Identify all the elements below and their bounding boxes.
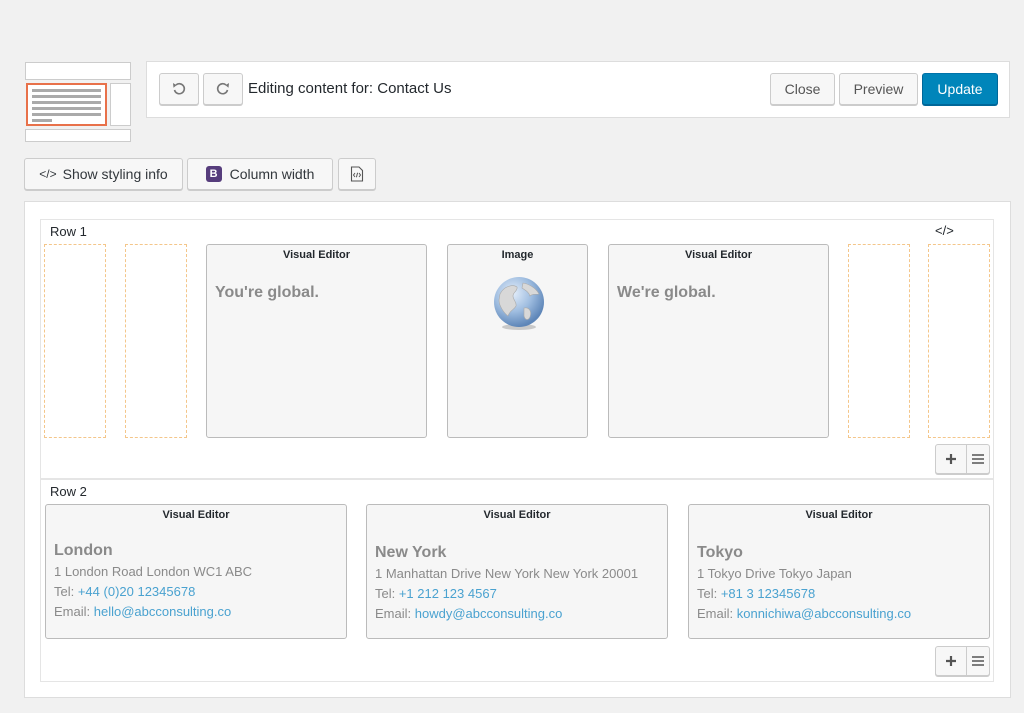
- office-tel: Tel: +44 (0)20 12345678: [54, 584, 196, 599]
- widget-title: Visual Editor: [282, 249, 351, 261]
- widget-title: Visual Editor: [805, 509, 873, 521]
- image-widget[interactable]: Image: [447, 244, 588, 438]
- menu-icon: [972, 656, 985, 666]
- close-button[interactable]: Close: [770, 73, 835, 105]
- visual-editor-widget[interactable]: Visual Editor We're global.: [608, 244, 829, 438]
- email-link[interactable]: howdy@abcconsulting.co: [415, 606, 563, 621]
- show-styling-info-button[interactable]: </> Show styling info: [24, 158, 183, 190]
- plus-icon: [946, 656, 957, 666]
- globe-icon: [494, 277, 544, 330]
- widget-title: Visual Editor: [684, 249, 753, 261]
- office-address: 1 London Road London WC1 ABC: [54, 564, 253, 579]
- empty-column-placeholder[interactable]: [125, 244, 187, 438]
- office-city: Tokyo: [697, 544, 743, 561]
- thumbnail-selected-region[interactable]: [26, 83, 107, 126]
- widget-title: Image: [501, 249, 534, 261]
- bootstrap-icon: B: [205, 166, 222, 182]
- office-city: New York: [375, 544, 447, 561]
- visual-editor-widget[interactable]: Visual Editor Tokyo 1 Tokyo Drive Tokyo …: [688, 504, 990, 639]
- code-file-icon: [350, 166, 364, 182]
- column-width-label: Column width: [229, 166, 315, 182]
- row-menu-button[interactable]: [967, 445, 989, 473]
- row-2-controls: [935, 646, 990, 676]
- thumbnail-header: [25, 62, 131, 80]
- tel-link[interactable]: +81 3 12345678: [721, 586, 815, 601]
- office-tel: Tel: +81 3 12345678: [697, 586, 816, 601]
- row-1-label: Row 1: [50, 224, 87, 239]
- email-link[interactable]: konnichiwa@abcconsulting.co: [737, 606, 911, 621]
- plus-icon: [946, 454, 957, 464]
- menu-icon: [972, 454, 985, 464]
- row-1-controls: [935, 444, 990, 474]
- add-widget-button[interactable]: [936, 445, 968, 473]
- preview-button[interactable]: Preview: [839, 73, 918, 105]
- office-email: Email: konnichiwa@abcconsulting.co: [697, 606, 912, 621]
- visual-editor-widget[interactable]: Visual Editor You're global.: [206, 244, 427, 438]
- styling-label: Show styling info: [62, 166, 168, 182]
- undo-button[interactable]: [159, 73, 199, 105]
- office-address: 1 Tokyo Drive Tokyo Japan: [697, 566, 852, 581]
- office-email: Email: hello@abcconsulting.co: [54, 604, 232, 619]
- row-menu-button[interactable]: [967, 647, 989, 675]
- visual-editor-widget[interactable]: Visual Editor New York 1 Manhattan Drive…: [366, 504, 668, 639]
- email-link[interactable]: hello@abcconsulting.co: [94, 604, 232, 619]
- editing-title: Editing content for: Contact Us: [248, 80, 452, 97]
- thumbnail-footer: [25, 129, 131, 142]
- office-tel: Tel: +1 212 123 4567: [375, 586, 497, 601]
- code-file-button[interactable]: [338, 158, 376, 190]
- row-1-code-icon[interactable]: </>: [935, 223, 954, 238]
- tel-link[interactable]: +1 212 123 4567: [399, 586, 497, 601]
- code-icon: </>: [39, 167, 57, 181]
- add-widget-button[interactable]: [936, 647, 968, 675]
- column-width-button[interactable]: B Column width: [187, 158, 333, 190]
- redo-icon: [216, 82, 229, 95]
- empty-column-placeholder[interactable]: [848, 244, 910, 438]
- tel-link[interactable]: +44 (0)20 12345678: [78, 584, 195, 599]
- office-email: Email: howdy@abcconsulting.co: [375, 606, 563, 621]
- empty-column-placeholder[interactable]: [44, 244, 106, 438]
- redo-button[interactable]: [203, 73, 243, 105]
- office-city: London: [54, 542, 113, 559]
- update-button[interactable]: Update: [922, 73, 998, 105]
- row-2-label: Row 2: [50, 484, 87, 499]
- widget-text: You're global.: [215, 284, 319, 301]
- empty-column-placeholder[interactable]: [928, 244, 990, 438]
- widget-title: Visual Editor: [483, 509, 551, 521]
- visual-editor-widget[interactable]: Visual Editor London 1 London Road Londo…: [45, 504, 347, 639]
- widget-text: We're global.: [617, 284, 716, 301]
- thumbnail-sidebar: [110, 83, 131, 126]
- undo-icon: [173, 82, 186, 95]
- widget-title: Visual Editor: [162, 509, 230, 521]
- office-address: 1 Manhattan Drive New York New York 2000…: [375, 566, 639, 581]
